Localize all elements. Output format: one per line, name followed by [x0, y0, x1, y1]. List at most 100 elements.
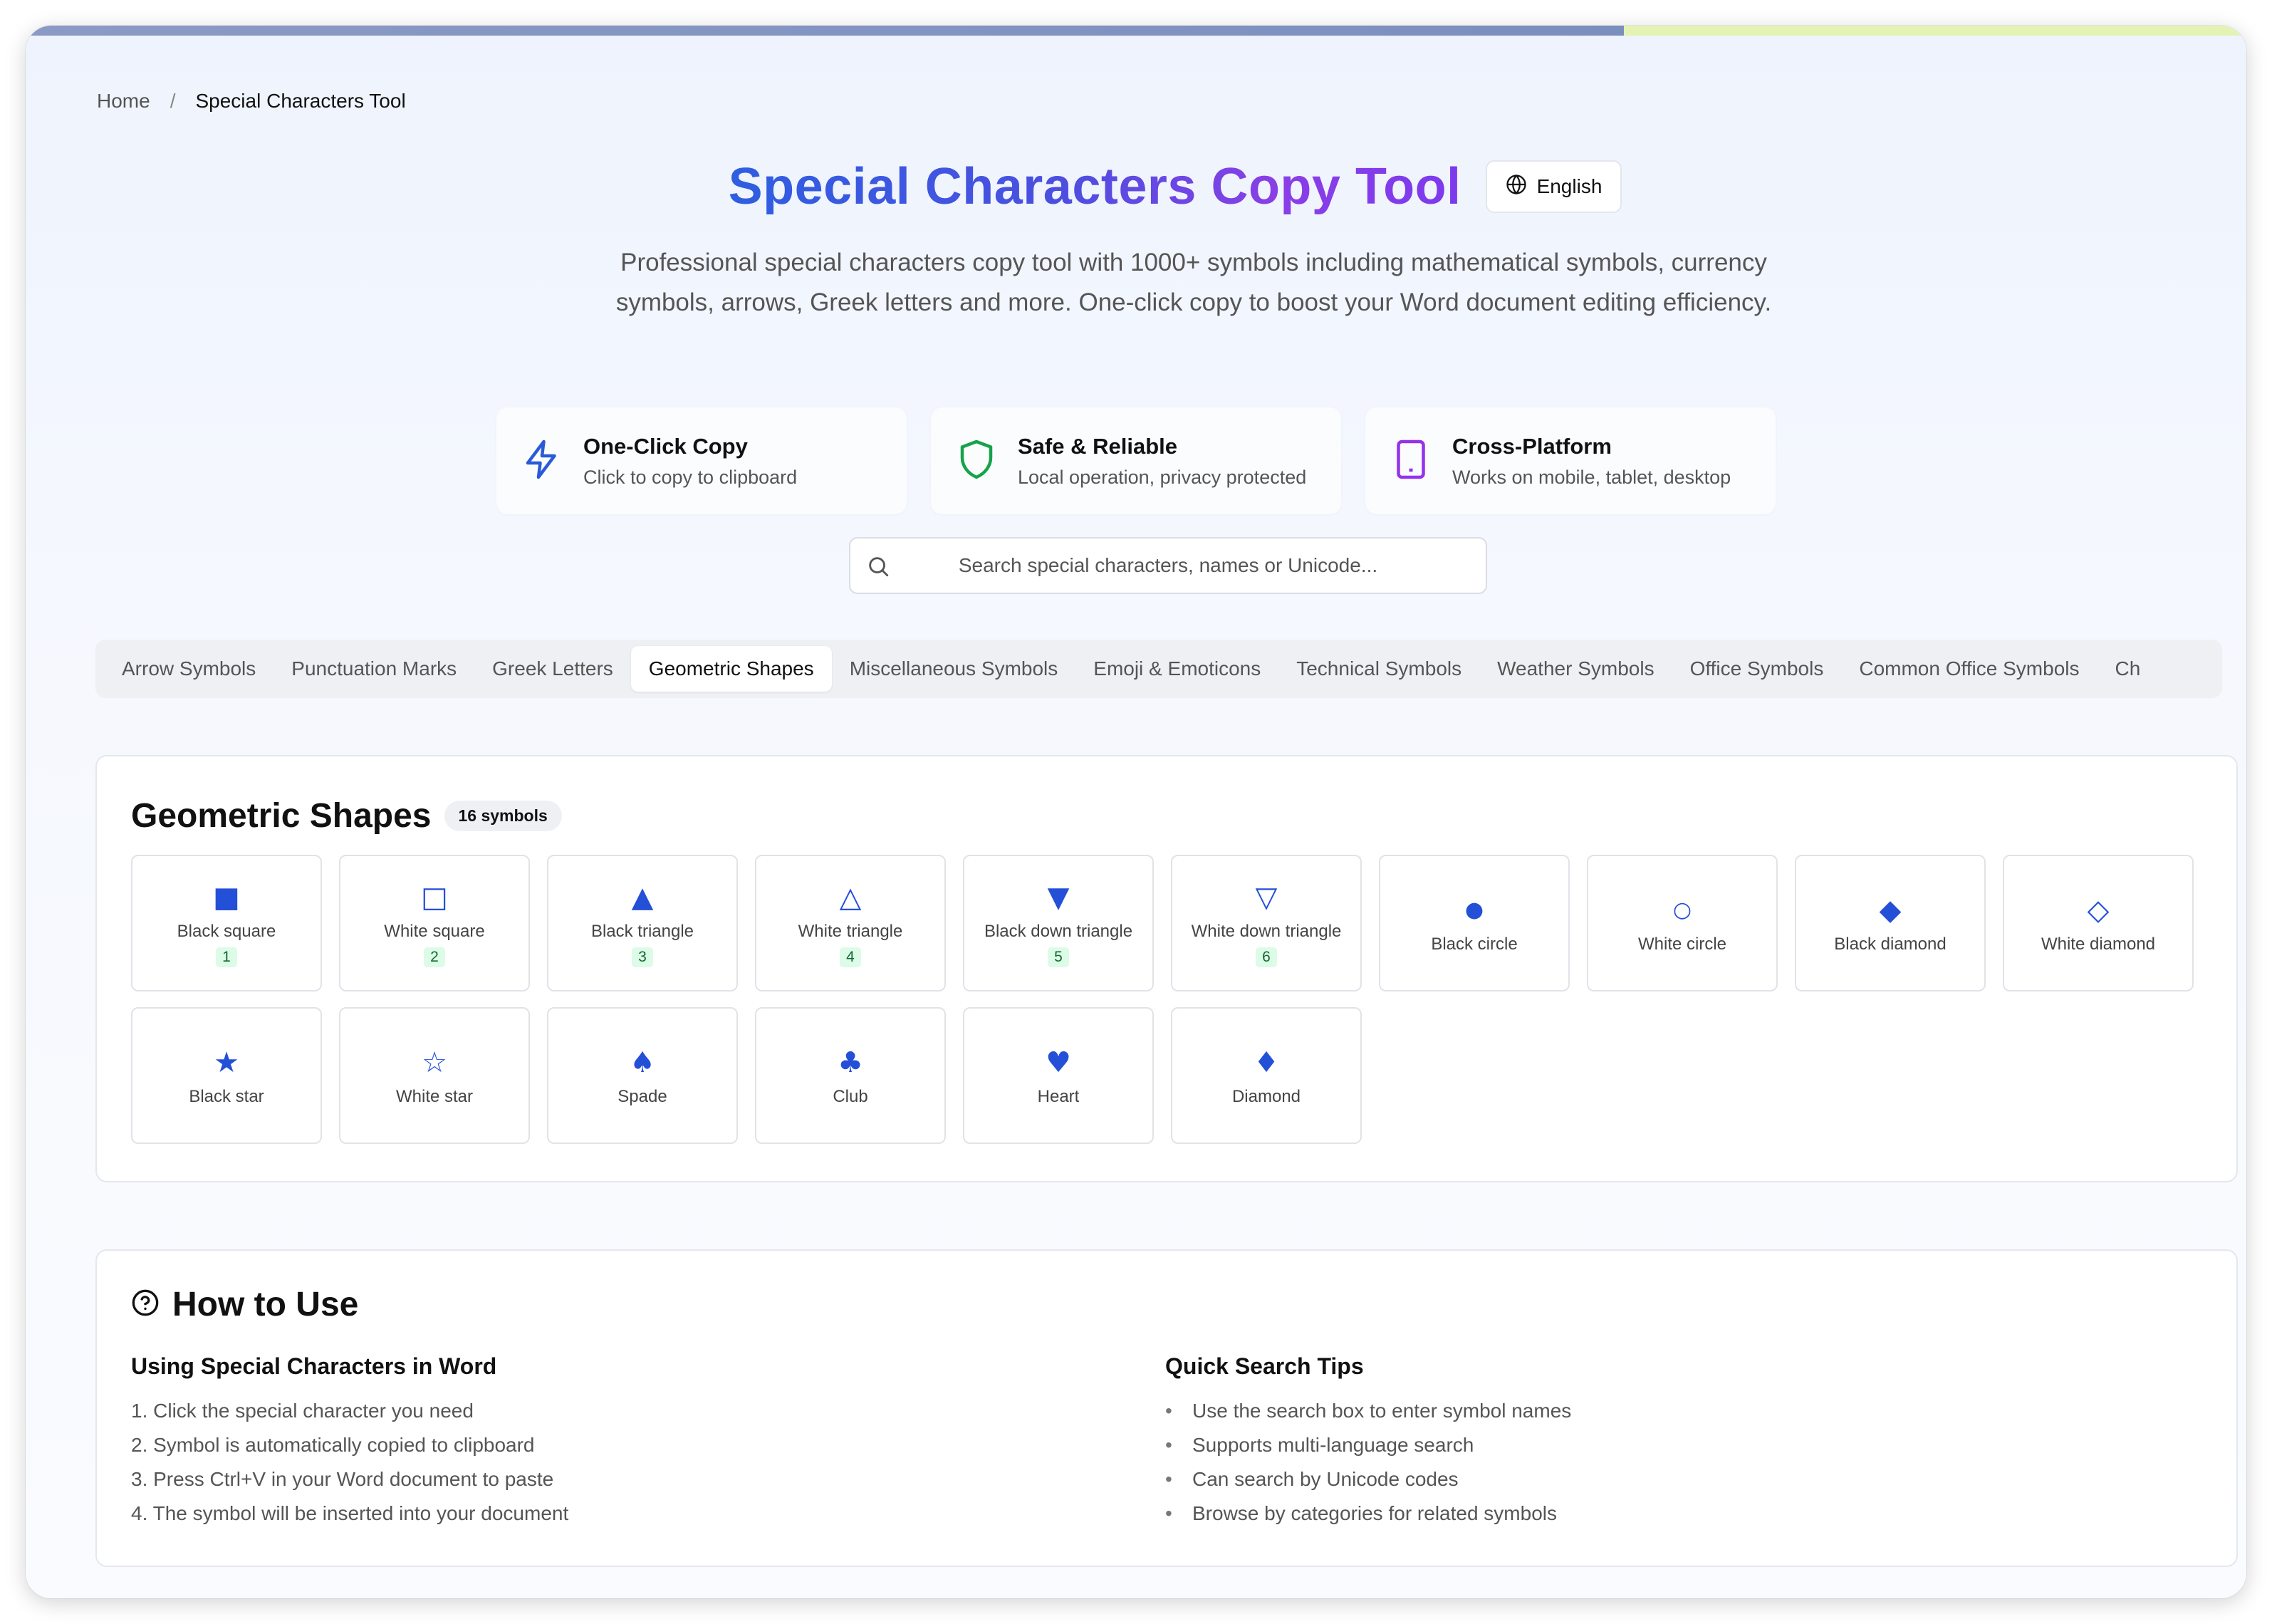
symbol-glyph: ◇	[2087, 894, 2110, 927]
feature-title: Cross-Platform	[1452, 433, 1612, 459]
symbol-card[interactable]: ■ Black square 1	[131, 855, 322, 991]
search-input[interactable]	[850, 554, 1486, 577]
symbol-card[interactable]: ▽ White down triangle 6	[1171, 855, 1362, 991]
feature-description: Click to copy to clipboard	[583, 466, 798, 488]
tab-emoji-emoticons[interactable]: Emoji & Emoticons	[1075, 646, 1278, 692]
shortcut-number-badge: 3	[632, 947, 653, 967]
feature-title: One-Click Copy	[583, 433, 748, 459]
symbols-panel: Geometric Shapes 16 symbols ■ Black squar…	[95, 755, 2238, 1182]
list-item: Can search by Unicode codes	[1165, 1462, 1571, 1497]
symbol-name: Black circle	[1431, 935, 1518, 954]
symbol-count-badge: 16 symbols	[444, 801, 562, 831]
shortcut-number-badge: 4	[840, 947, 861, 967]
symbol-card[interactable]: ☆ White star	[339, 1007, 530, 1144]
symbol-glyph: ★	[214, 1046, 239, 1079]
symbol-glyph: ■	[213, 881, 240, 914]
breadcrumb-current: Special Characters Tool	[195, 90, 406, 112]
symbol-glyph: □	[421, 881, 448, 914]
search-tips-column: Quick Search Tips Use the search box to …	[1165, 1353, 1571, 1531]
symbol-name: Heart	[1037, 1087, 1080, 1106]
hero-header: Special Characters Copy Tool English	[26, 157, 2246, 216]
symbol-name: Diamond	[1231, 1087, 1301, 1106]
tab-office-symbols[interactable]: Office Symbols	[1672, 646, 1842, 692]
feature-description: Works on mobile, tablet, desktop	[1452, 466, 1731, 488]
symbol-card[interactable]: ★ Black star	[131, 1007, 322, 1144]
symbol-grid: ■ Black square 1 □ White square 2 ▲ Black trian…	[131, 855, 2194, 1144]
page-description: Professional special characters copy too…	[615, 249, 1772, 316]
symbol-glyph: ▼	[1047, 881, 1070, 914]
list-item: 2. Symbol is automatically copied to cli…	[131, 1434, 535, 1456]
symbol-glyph: ▲	[631, 881, 654, 914]
progress-track	[1624, 26, 2246, 36]
feature-card-cross-platform: Cross-Platform Works on mobile, tablet, …	[1365, 407, 1776, 514]
search-box	[849, 537, 1487, 594]
symbol-card[interactable]: ♥ Heart	[963, 1007, 1154, 1144]
tab-punctuation-marks[interactable]: Punctuation Marks	[273, 646, 474, 692]
symbol-name: White down triangle	[1191, 922, 1342, 941]
symbol-card[interactable]: ▼ Black down triangle 5	[963, 855, 1154, 991]
list-item: 3. Press Ctrl+V in your Word document to…	[131, 1468, 554, 1490]
help-circle-icon	[131, 1289, 160, 1321]
tab-greek-letters[interactable]: Greek Letters	[474, 646, 631, 692]
language-label: English	[1536, 175, 1603, 197]
tab-arrow-symbols[interactable]: Arrow Symbols	[104, 646, 273, 692]
feature-title: Safe & Reliable	[1018, 433, 1177, 459]
shortcut-number-badge: 2	[424, 947, 445, 967]
word-usage-heading: Using Special Characters in Word	[131, 1353, 497, 1379]
list-item: Browse by categories for related symbols	[1165, 1497, 1571, 1531]
globe-icon	[1506, 174, 1527, 200]
breadcrumb: Home / Special Characters Tool	[97, 90, 406, 113]
lightning-icon	[521, 438, 563, 484]
symbol-name: Club	[833, 1087, 868, 1106]
search-tips-heading: Quick Search Tips	[1165, 1353, 1364, 1379]
list-item: 4. The symbol will be inserted into your…	[131, 1502, 569, 1524]
tab-technical-symbols[interactable]: Technical Symbols	[1278, 646, 1479, 692]
word-usage-steps: 1. Click the special character you need …	[131, 1394, 568, 1531]
symbol-card[interactable]: ♠ Spade	[547, 1007, 738, 1144]
symbol-glyph: ♥	[1046, 1046, 1071, 1079]
word-usage-column: Using Special Characters in Word 1. Clic…	[131, 1353, 568, 1531]
symbol-name: Black down triangle	[984, 922, 1133, 941]
symbol-card[interactable]: ● Black circle	[1379, 855, 1570, 991]
symbol-name: Black square	[177, 922, 276, 941]
symbol-name: Black diamond	[1834, 935, 1947, 954]
symbol-glyph: ♠	[630, 1046, 655, 1079]
language-selector-button[interactable]: English	[1485, 160, 1622, 213]
symbol-card[interactable]: ◆ Black diamond	[1795, 855, 1986, 991]
symbol-card[interactable]: ◇ White diamond	[2003, 855, 2194, 991]
tab-miscellaneous-symbols[interactable]: Miscellaneous Symbols	[832, 646, 1076, 692]
symbol-name: White diamond	[2041, 935, 2156, 954]
breadcrumb-separator: /	[170, 90, 176, 112]
symbol-card[interactable]: ▲ Black triangle 3	[547, 855, 738, 991]
feature-list: One-Click Copy Click to copy to clipboar…	[26, 407, 2246, 514]
symbol-glyph: ☆	[422, 1046, 447, 1079]
symbol-card[interactable]: ♣ Club	[755, 1007, 946, 1144]
symbol-name: White square	[384, 922, 485, 941]
breadcrumb-home-link[interactable]: Home	[97, 90, 150, 113]
symbol-card[interactable]: ○ White circle	[1587, 855, 1778, 991]
tab-geometric-shapes[interactable]: Geometric Shapes	[630, 646, 832, 692]
symbol-glyph: △	[839, 881, 862, 914]
tab-truncated[interactable]: Ch	[2098, 646, 2159, 692]
symbol-glyph: ●	[1464, 897, 1484, 922]
loading-progress-bar	[26, 26, 2246, 36]
symbol-glyph: ♦	[1254, 1046, 1279, 1079]
symbol-card[interactable]: ♦ Diamond	[1171, 1007, 1362, 1144]
symbol-card[interactable]: □ White square 2	[339, 855, 530, 991]
symbol-name: White circle	[1637, 935, 1727, 954]
section-header: Geometric Shapes 16 symbols	[131, 796, 562, 836]
browser-window: Home / Special Characters Tool Special C…	[26, 26, 2246, 1598]
shortcut-number-badge: 1	[216, 947, 237, 967]
symbol-name: Black triangle	[590, 922, 694, 941]
symbol-glyph: ◆	[1879, 894, 1902, 927]
howto-title: How to Use	[172, 1286, 359, 1323]
section-title: Geometric Shapes	[131, 797, 432, 835]
feature-card-one-click-copy: One-Click Copy Click to copy to clipboar…	[496, 407, 907, 514]
tab-weather-symbols[interactable]: Weather Symbols	[1479, 646, 1672, 692]
category-tabs: Arrow Symbols Punctuation Marks Greek Le…	[95, 640, 2222, 698]
symbol-glyph: ○	[1672, 897, 1692, 922]
symbol-card[interactable]: △ White triangle 4	[755, 855, 946, 991]
howto-header: How to Use	[131, 1285, 358, 1324]
tab-common-office-symbols[interactable]: Common Office Symbols	[1841, 646, 2097, 692]
shortcut-number-badge: 5	[1048, 947, 1069, 967]
